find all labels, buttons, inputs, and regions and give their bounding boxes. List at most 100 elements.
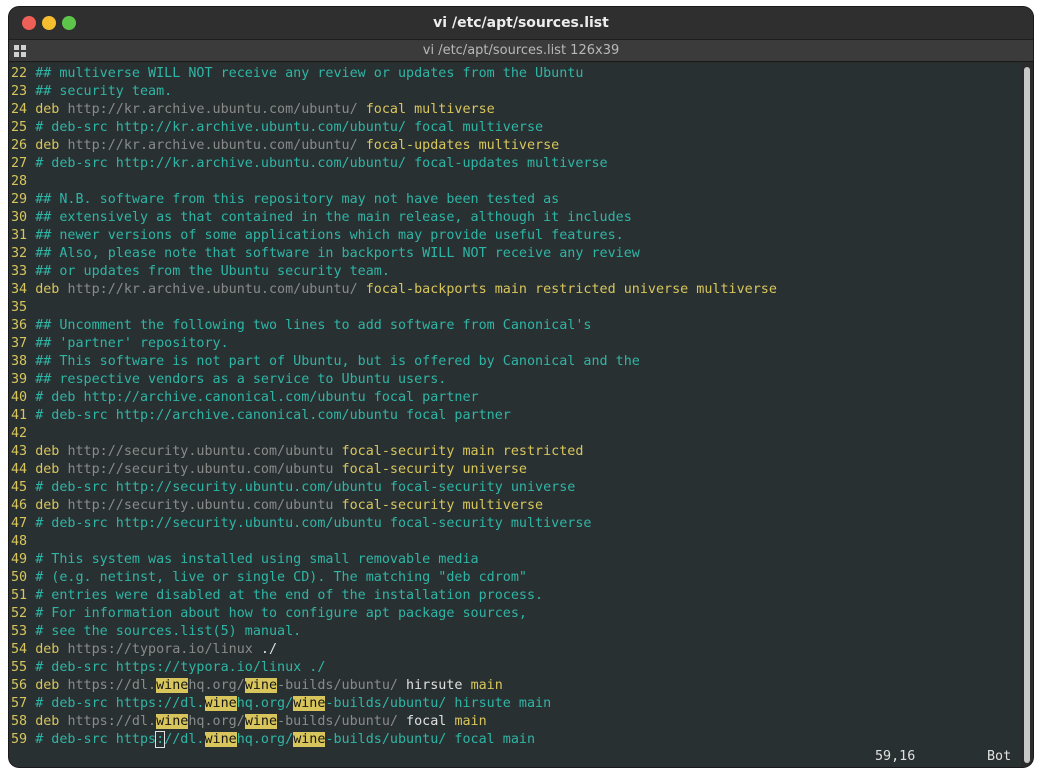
editor-line[interactable]: 51 # entries were disabled at the end of… <box>9 587 543 605</box>
repo-url: http://security.ubuntu.com/ubuntu <box>67 444 334 459</box>
keyword-deb: deb <box>35 714 60 729</box>
search-match-highlight: wine <box>204 696 237 711</box>
editor-line[interactable]: 39 ## respective vendors as a service to… <box>9 371 446 389</box>
comment-text: ## 'partner' repository. <box>35 336 229 351</box>
line-number: 24 <box>11 102 28 117</box>
editor-line[interactable]: 30 ## extensively as that contained in t… <box>9 209 632 227</box>
editor-line[interactable]: 23 ## security team. <box>9 83 172 101</box>
line-number: 47 <box>11 516 28 531</box>
editor-line[interactable]: 58 deb https://dl.winehq.org/wine-builds… <box>9 713 487 731</box>
plain-text: ./ <box>252 642 278 657</box>
line-number: 32 <box>11 246 28 261</box>
editor-line[interactable]: 33 ## or updates from the Ubuntu securit… <box>9 263 390 281</box>
comment-text: //dl. <box>164 732 205 747</box>
line-number: 56 <box>11 678 28 693</box>
text-cursor: : <box>155 731 166 748</box>
comment-text: ## extensively as that contained in the … <box>35 210 632 225</box>
editor-line[interactable]: 52 # For information about how to config… <box>9 605 527 623</box>
line-number: 48 <box>11 534 28 549</box>
editor-line[interactable]: 47 # deb-src http://security.ubuntu.com/… <box>9 515 591 533</box>
comment-text: # deb http://archive.canonical.com/ubunt… <box>35 390 479 405</box>
repo-url: hq.org/ <box>188 714 245 729</box>
repo-url: https://typora.io/linux <box>67 642 253 657</box>
comment-text: ## respective vendors as a service to Ub… <box>35 372 447 387</box>
line-number: 45 <box>11 480 28 495</box>
plain-text: focal <box>398 714 455 729</box>
editor-line[interactable]: 37 ## 'partner' repository. <box>9 335 229 353</box>
editor-line[interactable]: 54 deb https://typora.io/linux ./ <box>9 641 277 659</box>
editor-line[interactable]: 49 # This system was installed using sma… <box>9 551 479 569</box>
editor-line[interactable]: 59 # deb-src https://dl.winehq.org/wine-… <box>9 731 535 749</box>
editor-line[interactable]: 25 # deb-src http://kr.archive.ubuntu.co… <box>9 119 543 137</box>
editor-line[interactable]: 36 ## Uncomment the following two lines … <box>9 317 591 335</box>
editor-line[interactable]: 48 <box>9 533 35 551</box>
comment-text: # deb-src https://dl. <box>35 696 205 711</box>
vi-status-line: 59,16 Bot <box>9 748 1021 766</box>
comment-text: # deb-src http://kr.archive.ubuntu.com/u… <box>35 156 608 171</box>
tab-bar: vi /etc/apt/sources.list 126x39 <box>9 40 1033 62</box>
search-match-highlight: wine <box>244 678 278 693</box>
keyword-deb: deb <box>35 102 60 117</box>
editor-line[interactable]: 45 # deb-src http://security.ubuntu.com/… <box>9 479 575 497</box>
vi-editor-buffer[interactable]: 22 ## multiverse WILL NOT receive any re… <box>9 63 1021 767</box>
comment-text: ## Uncomment the following two lines to … <box>35 318 592 333</box>
line-number: 51 <box>11 588 28 603</box>
editor-line[interactable]: 24 deb http://kr.archive.ubuntu.com/ubun… <box>9 101 495 119</box>
repo-components: focal-security universe <box>341 462 527 477</box>
line-number: 41 <box>11 408 28 423</box>
plain-text <box>358 102 366 117</box>
comment-text: ## multiverse WILL NOT receive any revie… <box>35 66 584 81</box>
editor-line[interactable]: 35 <box>9 299 35 317</box>
editor-line[interactable]: 40 # deb http://archive.canonical.com/ub… <box>9 389 479 407</box>
search-match-highlight: wine <box>293 696 326 711</box>
search-match-highlight: wine <box>204 732 237 747</box>
editor-line[interactable]: 22 ## multiverse WILL NOT receive any re… <box>9 65 583 83</box>
line-number: 38 <box>11 354 28 369</box>
plain-text <box>333 444 341 459</box>
line-number: 26 <box>11 138 28 153</box>
comment-text: # deb-src https <box>35 732 157 747</box>
keyword-deb: deb <box>35 498 60 513</box>
terminal-window: vi /etc/apt/sources.list vi /etc/apt/sou… <box>9 7 1033 767</box>
window-title: vi /etc/apt/sources.list <box>433 15 609 31</box>
tab-title[interactable]: vi /etc/apt/sources.list 126x39 <box>9 40 1033 62</box>
editor-line[interactable]: 29 ## N.B. software from this repository… <box>9 191 559 209</box>
comment-text: hq.org/ <box>236 732 294 747</box>
editor-line[interactable]: 56 deb https://dl.winehq.org/wine-builds… <box>9 677 503 695</box>
editor-line[interactable]: 44 deb http://security.ubuntu.com/ubuntu… <box>9 461 527 479</box>
line-number: 59 <box>11 732 28 747</box>
line-number: 25 <box>11 120 28 135</box>
editor-line[interactable]: 53 # see the sources.list(5) manual. <box>9 623 301 641</box>
line-number: 37 <box>11 336 28 351</box>
editor-line[interactable]: 26 deb http://kr.archive.ubuntu.com/ubun… <box>9 137 559 155</box>
editor-line[interactable]: 32 ## Also, please note that software in… <box>9 245 640 263</box>
editor-line[interactable]: 41 # deb-src http://archive.canonical.co… <box>9 407 511 425</box>
editor-line[interactable]: 34 deb http://kr.archive.ubuntu.com/ubun… <box>9 281 777 299</box>
title-bar[interactable]: vi /etc/apt/sources.list <box>9 7 1033 40</box>
editor-line[interactable]: 28 <box>9 173 35 191</box>
repo-url: http://security.ubuntu.com/ubuntu <box>67 498 334 513</box>
comment-text: ## This software is not part of Ubuntu, … <box>35 354 640 369</box>
vertical-scrollbar[interactable] <box>1021 63 1033 767</box>
comment-text: # This system was installed using small … <box>35 552 479 567</box>
editor-line[interactable]: 43 deb http://security.ubuntu.com/ubuntu… <box>9 443 583 461</box>
scrollbar-thumb[interactable] <box>1024 67 1030 763</box>
editor-line[interactable]: 31 ## newer versions of some application… <box>9 227 624 245</box>
repo-components: main <box>454 714 487 729</box>
editor-line[interactable]: 46 deb http://security.ubuntu.com/ubuntu… <box>9 497 543 515</box>
editor-line[interactable]: 42 <box>9 425 35 443</box>
plain-text <box>358 282 366 297</box>
keyword-deb: deb <box>35 282 60 297</box>
editor-line[interactable]: 55 # deb-src https://typora.io/linux ./ <box>9 659 325 677</box>
editor-line[interactable]: 27 # deb-src http://kr.archive.ubuntu.co… <box>9 155 608 173</box>
editor-line[interactable]: 50 # (e.g. netinst, live or single CD). … <box>9 569 527 587</box>
line-number: 58 <box>11 714 28 729</box>
comment-text: # deb-src http://kr.archive.ubuntu.com/u… <box>35 120 544 135</box>
comment-text: -builds/ubuntu/ focal main <box>325 732 536 747</box>
line-number: 42 <box>11 426 28 441</box>
line-number: 46 <box>11 498 28 513</box>
editor-line[interactable]: 38 ## This software is not part of Ubunt… <box>9 353 640 371</box>
keyword-deb: deb <box>35 444 60 459</box>
repo-url: https://dl. <box>67 714 157 729</box>
editor-line[interactable]: 57 # deb-src https://dl.winehq.org/wine-… <box>9 695 551 713</box>
